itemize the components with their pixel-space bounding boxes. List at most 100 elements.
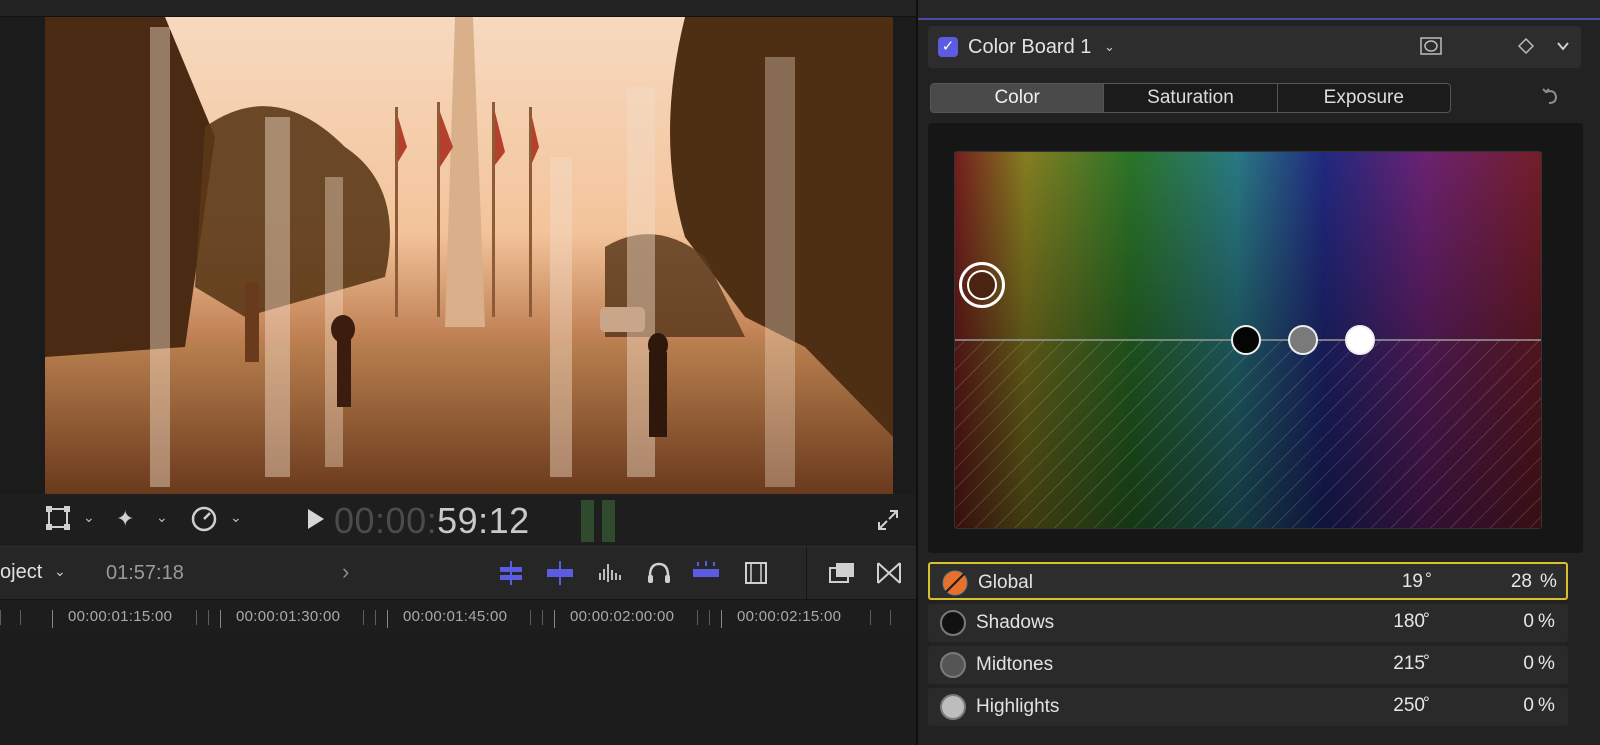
highlights-angle-value[interactable]: 250 xyxy=(1393,695,1425,717)
ruler-tick xyxy=(196,610,197,625)
row-label: Shadows xyxy=(976,612,1055,633)
inspector-tab-bar xyxy=(918,0,1600,20)
ruler-tick xyxy=(387,610,388,628)
ruler-tick xyxy=(0,610,1,625)
transitions-icon[interactable] xyxy=(875,560,903,586)
degree-symbol: ° xyxy=(1423,609,1430,628)
midtones-puck[interactable] xyxy=(1288,325,1318,355)
global-percent-value[interactable]: 28 xyxy=(1511,571,1532,593)
timecode-bright-part: 59:12 xyxy=(437,500,530,541)
ruler-label-4: 00:00:02:00:00 xyxy=(570,608,675,625)
viewer-top-bar xyxy=(0,0,916,17)
audio-meter xyxy=(581,500,617,542)
filmstrip-icon[interactable] xyxy=(742,560,770,586)
row-highlights[interactable]: Highlights 250 ° 0 % xyxy=(928,688,1568,726)
video-frame-image xyxy=(45,17,893,494)
mask-icon[interactable] xyxy=(1420,37,1442,55)
color-board-canvas[interactable] xyxy=(954,151,1542,529)
tab-saturation[interactable]: Saturation xyxy=(1103,84,1276,112)
transform-chevron-icon[interactable]: ⌄ xyxy=(83,509,95,526)
solo-icon[interactable] xyxy=(692,560,720,586)
midtones-percent-value[interactable]: 0 xyxy=(1523,653,1534,675)
video-preview[interactable] xyxy=(45,17,893,494)
timecode-dim-part: 00:00: xyxy=(334,500,438,541)
row-global[interactable]: Global 19 ° 28 % xyxy=(928,562,1568,600)
degree-symbol: ° xyxy=(1423,693,1430,712)
ruler-label-3: 00:00:01:45:00 xyxy=(403,608,508,625)
percent-symbol: % xyxy=(1538,653,1555,674)
shadows-percent-value[interactable]: 0 xyxy=(1523,611,1534,633)
project-name[interactable]: oject xyxy=(0,561,42,584)
toolbar-divider xyxy=(806,547,807,599)
ruler-tick xyxy=(20,610,21,625)
ruler-tick xyxy=(52,610,53,628)
effect-enable-checkbox[interactable]: ✓ xyxy=(938,37,958,57)
audio-skimming-icon[interactable] xyxy=(596,560,624,586)
ruler-tick xyxy=(363,610,364,625)
project-chevron-icon[interactable]: ⌄ xyxy=(54,563,66,580)
reset-icon[interactable] xyxy=(1540,86,1560,106)
highlights-percent-value[interactable]: 0 xyxy=(1523,695,1534,717)
ruler-tick xyxy=(530,610,531,625)
viewer-controls: ⌄ ✦ ⌄ ⌄ 00:00:59:12 xyxy=(0,494,916,547)
snapping-icon[interactable] xyxy=(546,560,574,586)
tab-exposure[interactable]: Exposure xyxy=(1276,84,1450,112)
play-icon[interactable] xyxy=(306,506,326,532)
ruler-tick xyxy=(220,610,221,628)
color-board-tabs: Color Saturation Exposure xyxy=(930,83,1451,113)
ruler-label-1: 00:00:01:15:00 xyxy=(68,608,173,625)
ruler-tick xyxy=(375,610,376,625)
effect-title-chevron-icon[interactable]: ⌄ xyxy=(1104,39,1115,55)
chevron-down-icon[interactable] xyxy=(1556,39,1570,53)
ruler-tick xyxy=(208,610,209,625)
keyframe-diamond-icon[interactable] xyxy=(1518,38,1534,54)
enhance-chevron-icon[interactable]: ⌄ xyxy=(156,509,168,526)
global-puck-ring[interactable] xyxy=(959,262,1005,308)
ruler-tick xyxy=(554,610,555,628)
percent-symbol: % xyxy=(1538,611,1555,632)
global-puck[interactable] xyxy=(967,270,997,300)
effect-header: ✓ Color Board 1 ⌄ xyxy=(928,26,1581,68)
ruler-tick xyxy=(709,610,710,625)
shadows-swatch-icon xyxy=(940,610,966,636)
shadows-angle-value[interactable]: 180 xyxy=(1393,611,1425,633)
retime-speed-icon[interactable] xyxy=(190,505,218,533)
transform-icon[interactable] xyxy=(45,505,71,531)
timeline-track-area[interactable] xyxy=(0,630,916,745)
color-board-panel xyxy=(928,123,1583,553)
viewer-and-timeline: ⌄ ✦ ⌄ ⌄ 00:00:59:12 oject ⌄ 01:57:18 › 0… xyxy=(0,0,916,745)
row-midtones[interactable]: Midtones 215 ° 0 % xyxy=(928,646,1568,684)
timeline-toolbar: oject ⌄ 01:57:18 › xyxy=(0,547,916,600)
timecode-display: 00:00:59:12 xyxy=(334,500,530,542)
row-label: Highlights xyxy=(976,696,1060,717)
ruler-tick xyxy=(721,610,722,628)
timeline-ruler[interactable]: 00:00:01:15:00 00:00:01:30:00 00:00:01:4… xyxy=(0,600,916,630)
ruler-tick xyxy=(542,610,543,625)
retime-chevron-icon[interactable]: ⌄ xyxy=(230,509,242,526)
color-inspector: ✓ Color Board 1 ⌄ Color Saturation Expos… xyxy=(918,0,1600,745)
clip-appearance-icon[interactable] xyxy=(497,560,525,586)
degree-symbol: ° xyxy=(1425,569,1432,588)
row-shadows[interactable]: Shadows 180 ° 0 % xyxy=(928,604,1568,642)
global-swatch-icon xyxy=(942,570,968,596)
midtones-angle-value[interactable]: 215 xyxy=(1393,653,1425,675)
ruler-label-5: 00:00:02:15:00 xyxy=(737,608,842,625)
highlights-puck[interactable] xyxy=(1345,325,1375,355)
next-arrow-icon[interactable]: › xyxy=(342,559,349,585)
fullscreen-icon[interactable] xyxy=(876,508,900,532)
highlights-swatch-icon xyxy=(940,694,966,720)
effect-title[interactable]: Color Board 1 xyxy=(968,36,1091,59)
audio-meter-left xyxy=(581,500,594,542)
midtones-swatch-icon xyxy=(940,652,966,678)
headphones-icon[interactable] xyxy=(645,560,673,586)
tab-color[interactable]: Color xyxy=(931,84,1104,112)
percent-symbol: % xyxy=(1538,695,1555,716)
enhance-wand-icon[interactable]: ✦ xyxy=(116,505,134,533)
global-angle-value[interactable]: 19 xyxy=(1402,571,1423,593)
ruler-tick xyxy=(890,610,891,625)
clip-overlay-icon[interactable] xyxy=(828,560,856,586)
row-label: Global xyxy=(978,572,1033,593)
shadows-puck[interactable] xyxy=(1231,325,1261,355)
degree-symbol: ° xyxy=(1423,651,1430,670)
audio-meter-right xyxy=(602,500,615,542)
